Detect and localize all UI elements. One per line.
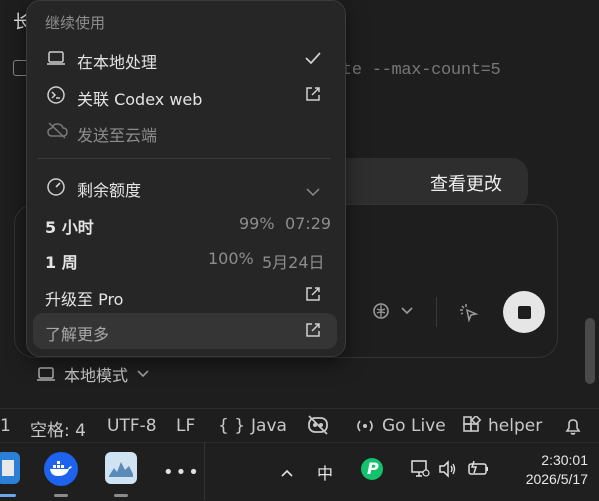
go-live-button[interactable]: Go Live (354, 416, 446, 436)
whale-icon (50, 461, 72, 476)
chevron-down-icon[interactable] (305, 182, 321, 201)
upgrade-pro-link[interactable]: 升级至 Pro (45, 286, 123, 310)
external-link-icon (304, 85, 322, 107)
running-indicator (54, 494, 68, 497)
taskbar-divider (204, 442, 205, 500)
clock-date: 2026/5/17 (525, 471, 588, 487)
bell-icon (565, 419, 581, 435)
learn-more-link[interactable]: 了解更多 (45, 321, 109, 345)
docker-icon[interactable] (44, 452, 78, 486)
laptop-icon (37, 367, 55, 381)
stop-button[interactable] (503, 291, 545, 333)
usage-5h-percent: 99% (239, 214, 275, 233)
status-encoding[interactable]: UTF-8 (107, 416, 157, 436)
stop-icon (517, 305, 531, 319)
network-icon[interactable] (409, 458, 431, 484)
status-language[interactable]: { } Java (218, 416, 287, 436)
go-live-label: Go Live (382, 416, 446, 436)
local-mode-label: 本地模式 (64, 366, 129, 385)
clock-time: 2:30:01 (541, 452, 588, 468)
laptop-icon (46, 50, 66, 70)
green-app-icon[interactable]: P (361, 458, 383, 480)
gauge-icon (46, 177, 66, 201)
network-icon (411, 460, 430, 477)
extensions-icon (463, 416, 482, 432)
status-line[interactable]: 1 (0, 416, 11, 436)
monitor-app-icon[interactable] (105, 452, 137, 484)
usage-5h-reset: 07:29 (285, 214, 332, 233)
copilot-icon (308, 415, 328, 435)
usage-week-reset: 5月24日 (262, 253, 325, 272)
chevron-down-icon (137, 370, 149, 378)
status-language-label: Java (251, 416, 287, 436)
composer-divider (436, 297, 437, 327)
chevron-down-icon (401, 307, 413, 315)
braces-icon: { } (218, 416, 246, 436)
menu-divider (37, 158, 331, 159)
local-mode-selector[interactable]: 本地模式 (36, 362, 150, 386)
window-icon (2, 460, 14, 476)
volume-icon (439, 460, 456, 478)
command-text: te --max-count=5 (342, 61, 501, 80)
broadcast-icon (357, 420, 373, 432)
external-link-icon (304, 285, 322, 307)
helper-label: helper (488, 416, 543, 436)
show-hidden-icons-button[interactable] (280, 463, 294, 482)
app-icon[interactable] (0, 452, 20, 484)
usage-5h-label: 5 小时 (45, 218, 94, 237)
running-indicator (0, 494, 16, 497)
usage-week-percent: 100% (208, 249, 254, 268)
chevron-up-icon (281, 469, 293, 477)
battery-charging-icon (468, 460, 488, 475)
model-select-button[interactable] (372, 302, 414, 320)
ime-indicator[interactable]: 中 (317, 460, 333, 484)
status-indentation[interactable]: 空格: 4 (30, 416, 86, 441)
remaining-quota-label[interactable]: 剩余额度 (77, 177, 141, 201)
select-element-button[interactable] (458, 302, 480, 328)
notifications-button[interactable] (563, 416, 583, 436)
system-clock[interactable]: 2:30:01 2026/5/17 (506, 451, 588, 489)
usage-week-label: 1 周 (45, 253, 78, 272)
cursor-sparkle-icon (460, 304, 479, 323)
more-apps-icon[interactable]: ••• (163, 462, 201, 483)
battery-icon[interactable] (467, 459, 491, 483)
running-indicator (114, 494, 128, 497)
codex-terminal-icon (46, 85, 66, 109)
status-eol[interactable]: LF (176, 416, 195, 436)
cloud-off-icon (46, 121, 68, 143)
menu-item-send-to-cloud: 发送至云端 (77, 126, 158, 145)
p-glyph: P (367, 459, 379, 478)
helper-status[interactable]: helper (462, 416, 542, 436)
brain-icon (373, 303, 389, 319)
copilot-status[interactable] (306, 413, 330, 437)
checkmark-icon (304, 50, 322, 70)
volume-icon[interactable] (438, 459, 458, 483)
menu-section-header: 继续使用 (45, 14, 106, 32)
menu-item-local[interactable]: 在本地处理 (77, 49, 157, 73)
scrollbar-thumb[interactable] (585, 318, 595, 384)
external-link-icon (304, 321, 322, 343)
view-changes-button[interactable]: 查看更改 (430, 170, 502, 196)
chart-icon (109, 462, 133, 477)
menu-item-codex-web[interactable]: 关联 Codex web (77, 86, 202, 110)
